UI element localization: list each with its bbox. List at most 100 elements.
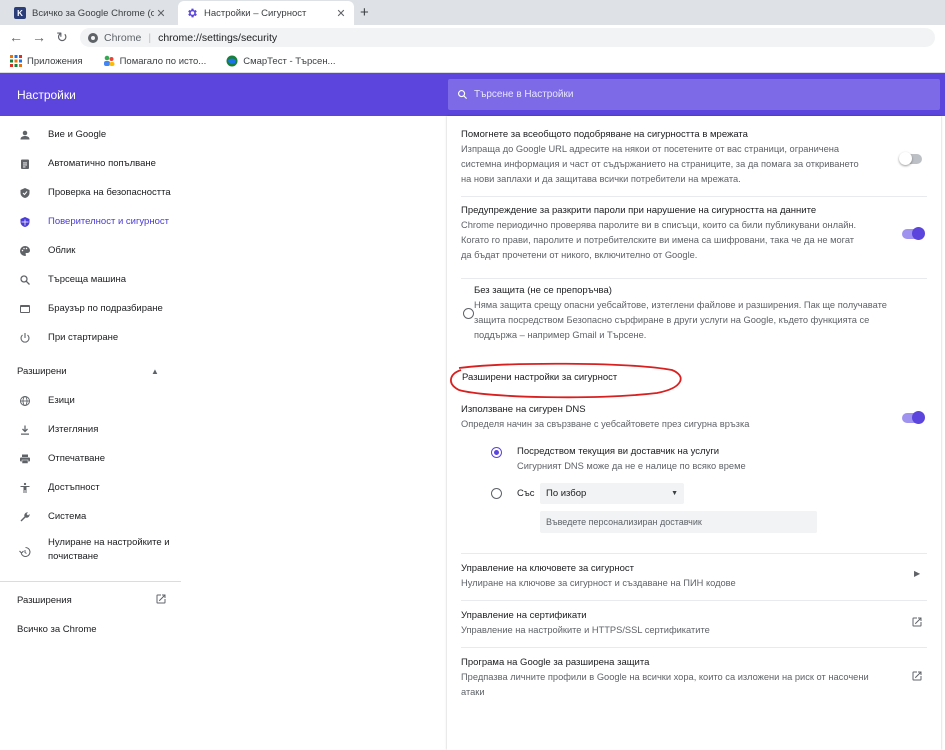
dns-current-provider-option: Посредством текущия ви доставчик на услу…	[517, 445, 897, 474]
external-link-icon[interactable]	[911, 616, 923, 631]
dns-provider-dropdown[interactable]: По избор ▼	[540, 483, 684, 504]
chevron-right-icon[interactable]: ▶	[914, 569, 920, 578]
sidebar-item-downloads[interactable]: Изтегляния	[0, 415, 181, 444]
certificates-row[interactable]: Управление на сертификати Управление на …	[461, 609, 927, 638]
setting-description: Изпраща до Google URL адресите на някои …	[461, 144, 859, 184]
forward-icon[interactable]: →	[31, 29, 47, 45]
sidebar-item-autofill[interactable]: Автоматично попълване	[0, 149, 181, 178]
option-with-label: Със	[517, 488, 535, 499]
divider	[461, 600, 927, 601]
secure-dns-row: Използване на сигурен DNS Определя начин…	[461, 403, 927, 432]
search-input[interactable]: Търсене в Настройки	[474, 89, 573, 100]
back-icon[interactable]: ←	[8, 29, 24, 45]
sidebar-item-you-and-google[interactable]: Вие и Google	[0, 120, 181, 149]
sidebar-item-search-engine[interactable]: Търсеща машина	[0, 265, 181, 294]
custom-provider-input[interactable]: Въведете персонализиран доставчик	[540, 511, 817, 533]
no-protection-radio[interactable]	[463, 308, 474, 319]
setting-title: Използване на сигурен DNS	[461, 404, 586, 415]
sidebar-item-privacy-security[interactable]: Поверителност и сигурност	[0, 207, 181, 236]
sidebar-item-label: Езици	[48, 395, 75, 406]
sidebar-item-label: Отпечатване	[48, 453, 105, 464]
sidebar-item-on-startup[interactable]: При стартиране	[0, 323, 181, 352]
url-site: Chrome	[104, 31, 142, 44]
setting-description: Предпазва личните профили в Google на вс…	[461, 672, 869, 697]
sidebar-item-languages[interactable]: Езици	[0, 386, 181, 415]
password-leak-toggle[interactable]	[902, 227, 925, 240]
setting-title: Управление на ключовете за сигурност	[461, 563, 635, 574]
search-icon	[457, 89, 468, 100]
sidebar-item-reset[interactable]: Нулиране на настройките и почистване	[0, 536, 181, 570]
divider	[461, 647, 927, 648]
tab-title: Настройки – Сигурност	[204, 7, 307, 19]
no-protection-row: Без защита (не се препоръчва) Няма защит…	[474, 284, 914, 343]
people-icon	[103, 55, 115, 67]
dropdown-value: По избор	[546, 488, 587, 499]
security-keys-row[interactable]: Управление на ключовете за сигурност Нул…	[461, 562, 927, 591]
sidebar-item-extensions[interactable]: Разширения	[0, 586, 181, 615]
page-title: Настройки	[17, 88, 76, 102]
clipboard-icon	[18, 158, 32, 170]
bookmark-apps[interactable]: Приложения	[10, 55, 83, 67]
secure-dns-toggle[interactable]	[902, 411, 925, 424]
sidebar-item-about-chrome[interactable]: Всичко за Chrome	[0, 615, 181, 644]
download-icon	[18, 424, 32, 436]
chevron-up-icon: ▲	[151, 367, 159, 376]
sidebar: Вие и Google Автоматично попълване Прове…	[0, 116, 185, 750]
bookmark-label: Приложения	[27, 55, 83, 67]
sidebar-item-printing[interactable]: Отпечатване	[0, 444, 181, 473]
sidebar-item-label: Браузър по подразбиране	[48, 303, 163, 314]
dns-custom-radio[interactable]	[491, 488, 502, 499]
sidebar-section-label: Разширени	[17, 366, 67, 377]
address-bar[interactable]: Chrome | chrome://settings/security	[80, 28, 935, 47]
sidebar-item-default-browser[interactable]: Браузър по подразбиране	[0, 294, 181, 323]
restore-icon	[18, 546, 32, 558]
search-icon	[18, 274, 32, 286]
sidebar-item-accessibility[interactable]: Достъпност	[0, 473, 181, 502]
close-icon[interactable]: ✕	[154, 7, 168, 20]
sidebar-item-label: Нулиране на настройките и почистване	[48, 537, 170, 562]
sidebar-advanced-toggle[interactable]: Разширени ▲	[0, 357, 181, 386]
bookmark-smartest[interactable]: СмарТест - Търсен...	[226, 55, 335, 67]
chevron-down-icon: ▼	[671, 490, 678, 497]
dns-current-provider-radio[interactable]	[491, 447, 502, 458]
external-link-icon	[155, 593, 167, 608]
sidebar-item-label: Всичко за Chrome	[17, 624, 97, 635]
printer-icon	[18, 453, 32, 465]
power-icon	[18, 332, 32, 344]
input-placeholder: Въведете персонализиран доставчик	[546, 517, 702, 527]
help-improve-toggle[interactable]	[899, 152, 922, 165]
new-tab-icon[interactable]: +	[360, 4, 369, 21]
setting-description: Управление на настройките и HTTPS/SSL се…	[461, 625, 710, 635]
option-description: Сигурният DNS може да не е налице по вся…	[517, 461, 746, 471]
globe-icon	[18, 395, 32, 407]
shield-lock-icon	[18, 216, 32, 228]
setting-title: Програма на Google за разширена защита	[461, 657, 650, 668]
red-highlight-annotation	[450, 362, 682, 399]
external-link-icon[interactable]	[911, 670, 923, 685]
bookmark-pomagalo[interactable]: Помагало по исто...	[103, 55, 207, 67]
password-leak-row: Предупреждение за разкрити пароли при на…	[461, 204, 927, 263]
sidebar-item-label: Проверка на безопасността	[48, 187, 171, 198]
accessibility-icon	[18, 482, 32, 494]
settings-header: Настройки Търсене в Настройки	[0, 73, 945, 116]
setting-title: Помогнете за всеобщото подобряване на си…	[461, 129, 748, 140]
divider	[461, 196, 927, 197]
close-icon[interactable]: ✕	[334, 7, 348, 20]
bookmark-label: Помагало по исто...	[119, 55, 207, 67]
settings-search[interactable]: Търсене в Настройки	[448, 79, 940, 110]
sidebar-item-system[interactable]: Система	[0, 502, 181, 531]
tab-about-chrome[interactable]: K Всичко за Google Chrome (обед ✕	[6, 1, 174, 25]
sidebar-item-label: При стартиране	[48, 332, 119, 343]
advanced-protection-row[interactable]: Програма на Google за разширена защита П…	[461, 656, 891, 700]
tab-settings-security[interactable]: Настройки – Сигурност ✕	[178, 1, 354, 25]
wrench-icon	[18, 511, 32, 523]
sidebar-item-appearance[interactable]: Облик	[0, 236, 181, 265]
browser-icon	[18, 303, 32, 315]
sidebar-item-safety-check[interactable]: Проверка на безопасността	[0, 178, 181, 207]
setting-description: Нулиране на ключове за сигурност и създа…	[461, 578, 736, 588]
url-separator: |	[148, 31, 152, 44]
sidebar-item-label: Търсеща машина	[48, 274, 127, 285]
sidebar-item-label: Облик	[48, 245, 76, 256]
reload-icon[interactable]: ↻	[54, 29, 70, 45]
person-icon	[18, 129, 32, 141]
